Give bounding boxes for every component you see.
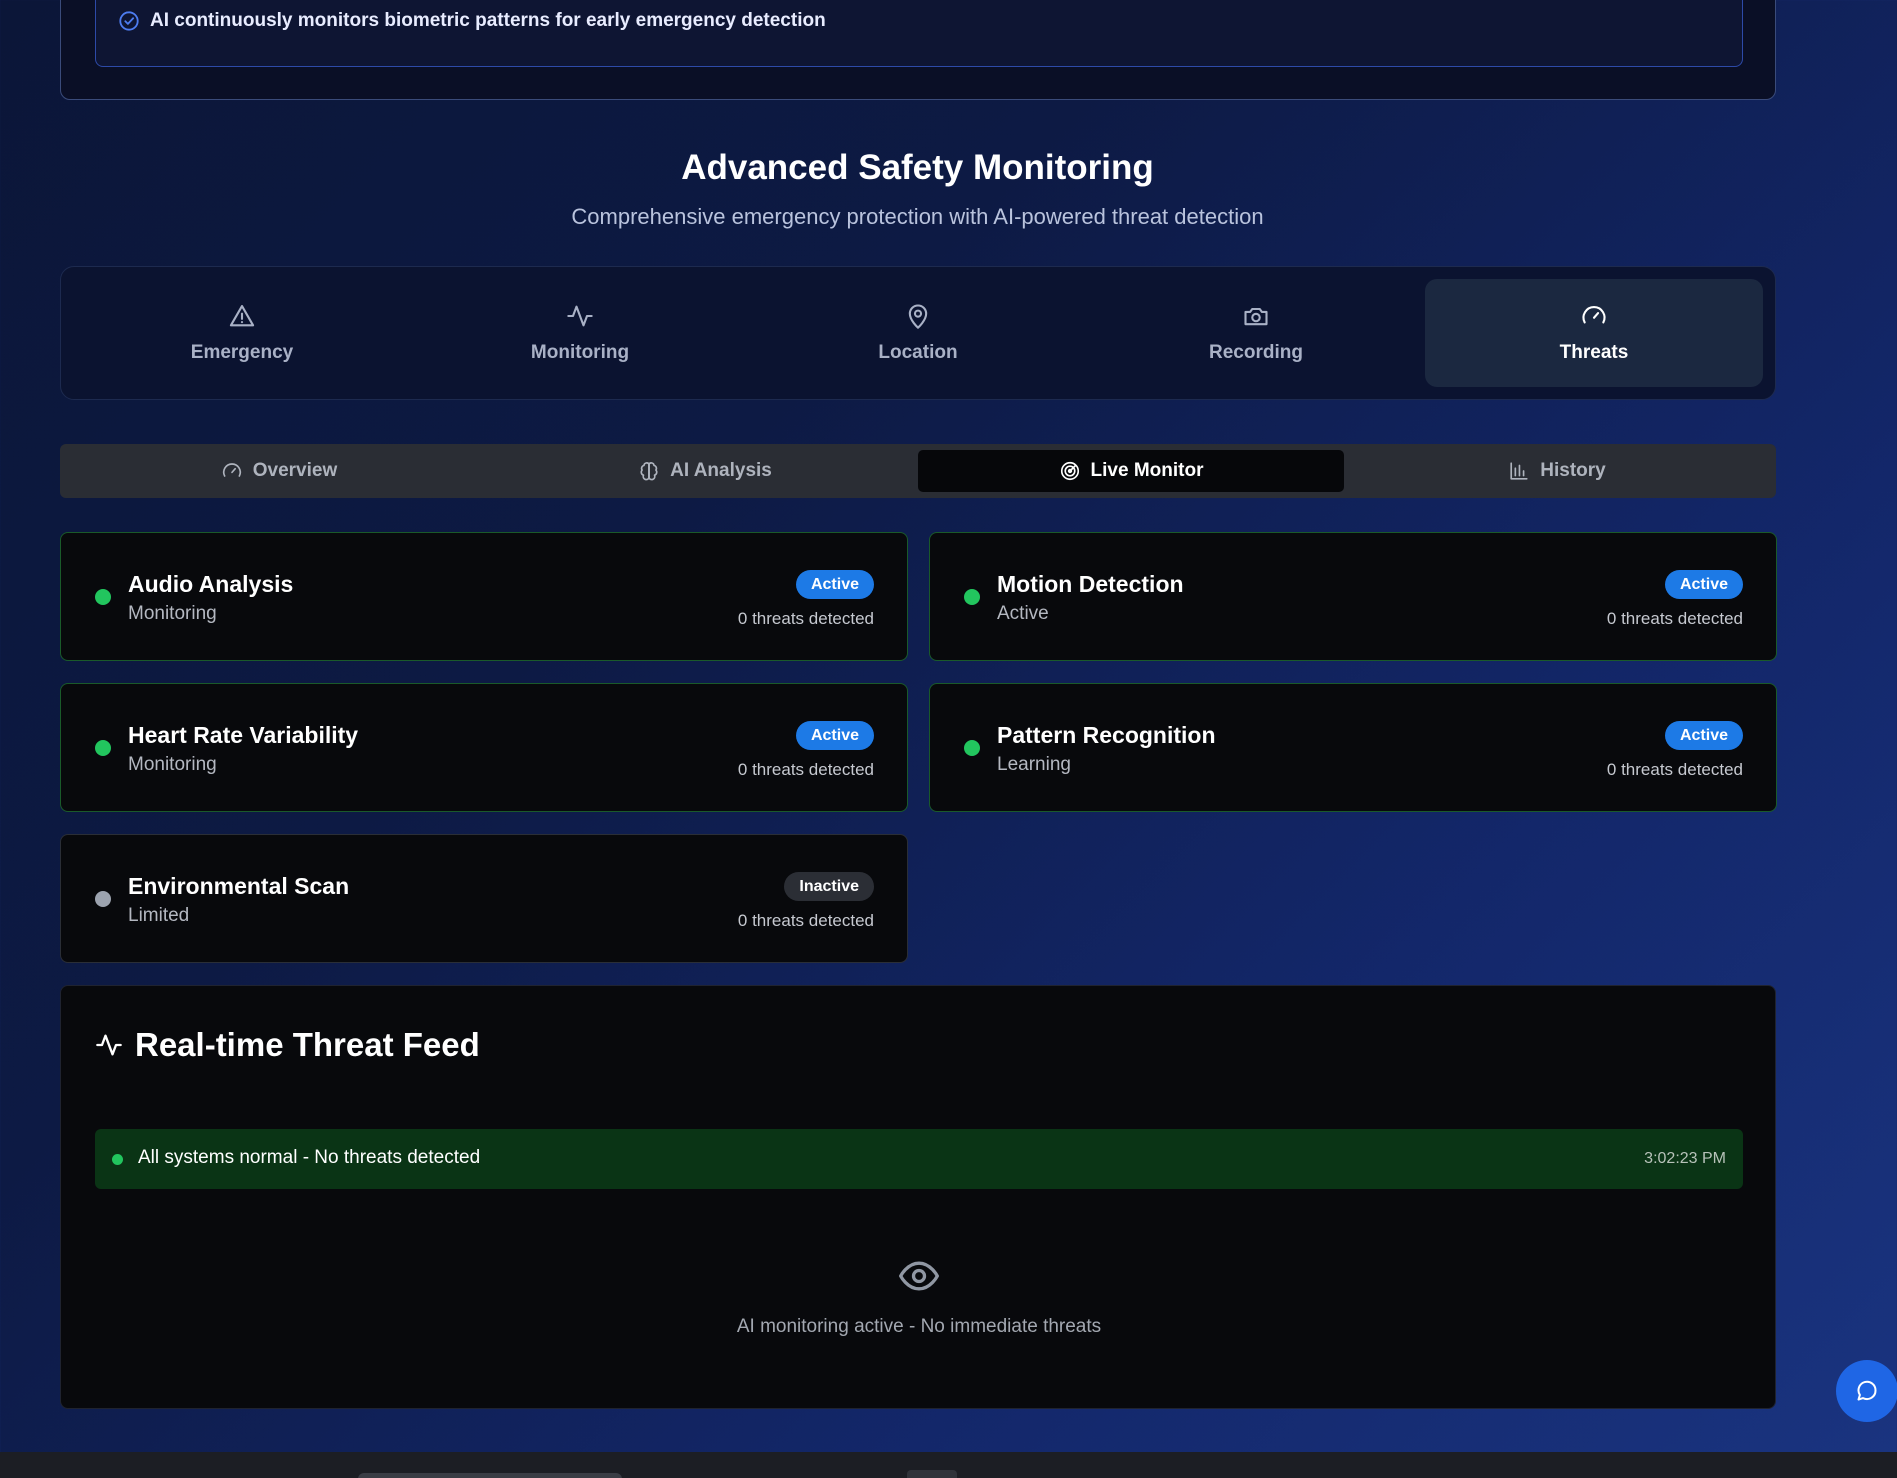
notice-box: AI continuously monitors biometric patte… <box>95 0 1743 67</box>
feed-title: Real-time Threat Feed <box>135 1026 480 1063</box>
tab-ai-analysis[interactable]: AI Analysis <box>492 450 918 492</box>
status-dot <box>95 740 111 756</box>
message-circle-icon <box>1857 1380 1877 1401</box>
map-pin-icon <box>908 304 928 329</box>
status-badge: Active <box>1664 721 1743 750</box>
radar-icon <box>1060 461 1079 481</box>
nav-item-recording[interactable]: Recording <box>1087 279 1425 387</box>
status-badge: Inactive <box>784 872 874 901</box>
main-nav: Emergency Monitoring Location Recording … <box>60 266 1776 400</box>
nav-label: Threats <box>1559 342 1629 363</box>
nav-label: Emergency <box>190 342 294 363</box>
threat-count: 0 threats detected <box>737 609 874 628</box>
tab-history[interactable]: History <box>1344 450 1770 492</box>
monitor-state: Learning <box>997 754 1071 775</box>
monitor-name: Audio Analysis <box>128 571 294 597</box>
info-panel: AI continuously monitors biometric patte… <box>60 0 1776 100</box>
threat-count: 0 threats detected <box>1606 609 1743 628</box>
feed-header: Real-time Threat Feed <box>95 1026 480 1064</box>
sub-tabs: Overview AI Analysis Live Monitor Histor… <box>60 444 1776 498</box>
page-title: Advanced Safety Monitoring <box>681 148 1154 187</box>
taskbar-tab[interactable] <box>358 1473 622 1478</box>
monitor-card-pattern-recognition[interactable]: Pattern Recognition Learning Active 0 th… <box>929 683 1777 812</box>
feed-empty-text: AI monitoring active - No immediate thre… <box>736 1316 1102 1337</box>
bottom-bar <box>0 1452 1897 1478</box>
monitor-card-environmental-scan[interactable]: Environmental Scan Limited Inactive 0 th… <box>60 834 908 963</box>
monitor-state: Limited <box>128 905 190 926</box>
tab-label: AI Analysis <box>670 460 772 481</box>
brain-icon <box>640 462 658 481</box>
page-subtitle: Comprehensive emergency protection with … <box>571 204 1264 229</box>
nav-label: Recording <box>1209 342 1303 363</box>
alert-triangle-icon <box>229 305 255 327</box>
nav-item-threats[interactable]: Threats <box>1425 279 1763 387</box>
monitor-name: Heart Rate Variability <box>128 722 359 748</box>
bar-chart-icon <box>1510 462 1528 480</box>
status-dot <box>112 1154 123 1165</box>
nav-item-location[interactable]: Location <box>749 279 1087 387</box>
feed-empty-state: AI monitoring active - No immediate thre… <box>61 1254 1777 1338</box>
nav-item-monitoring[interactable]: Monitoring <box>411 279 749 387</box>
feed-entry-message: All systems normal - No threats detected <box>138 1147 481 1168</box>
taskbar-tab[interactable] <box>907 1470 957 1478</box>
camera-icon <box>1244 307 1268 326</box>
monitor-name: Pattern Recognition <box>997 722 1216 748</box>
status-dot <box>95 589 111 605</box>
tab-label: Live Monitor <box>1090 460 1204 481</box>
tab-live-monitor[interactable]: Live Monitor <box>918 450 1344 492</box>
monitor-name: Motion Detection <box>997 571 1184 597</box>
monitor-card-heart-rate-variability[interactable]: Heart Rate Variability Monitoring Active… <box>60 683 908 812</box>
monitor-state: Monitoring <box>128 754 217 775</box>
status-dot <box>964 740 980 756</box>
feed-entry-time: 3:02:23 PM <box>1644 1150 1726 1167</box>
notice-text: AI continuously monitors biometric patte… <box>150 10 826 31</box>
monitor-state: Active <box>997 603 1049 624</box>
threat-count: 0 threats detected <box>1606 760 1743 779</box>
nav-label: Location <box>878 342 958 363</box>
gauge-icon <box>1582 306 1606 324</box>
monitor-card-motion-detection[interactable]: Motion Detection Active Active 0 threats… <box>929 532 1777 661</box>
activity-icon <box>567 305 593 327</box>
status-badge: Active <box>1664 570 1743 599</box>
monitor-state: Monitoring <box>128 603 217 624</box>
status-dot <box>964 589 980 605</box>
nav-item-emergency[interactable]: Emergency <box>73 279 411 387</box>
threat-count: 0 threats detected <box>737 911 874 930</box>
eye-icon <box>899 1261 939 1291</box>
chat-button[interactable] <box>1836 1360 1897 1422</box>
monitor-name: Environmental Scan <box>128 873 350 899</box>
nav-label: Monitoring <box>530 342 630 363</box>
activity-icon <box>96 1034 122 1056</box>
status-dot <box>95 891 111 907</box>
threat-feed-panel: Real-time Threat Feed All systems normal… <box>60 985 1776 1409</box>
status-badge: Active <box>795 721 874 750</box>
notice-row: AI continuously monitors biometric patte… <box>118 10 826 32</box>
tab-overview[interactable]: Overview <box>66 450 492 492</box>
monitor-card-audio-analysis[interactable]: Audio Analysis Monitoring Active 0 threa… <box>60 532 908 661</box>
threat-count: 0 threats detected <box>737 760 874 779</box>
check-circle-icon <box>119 11 139 31</box>
feed-entry: All systems normal - No threats detected… <box>95 1129 1743 1189</box>
tab-label: History <box>1540 460 1606 481</box>
gauge-icon <box>222 463 241 477</box>
status-badge: Active <box>795 570 874 599</box>
tab-label: Overview <box>252 460 338 481</box>
